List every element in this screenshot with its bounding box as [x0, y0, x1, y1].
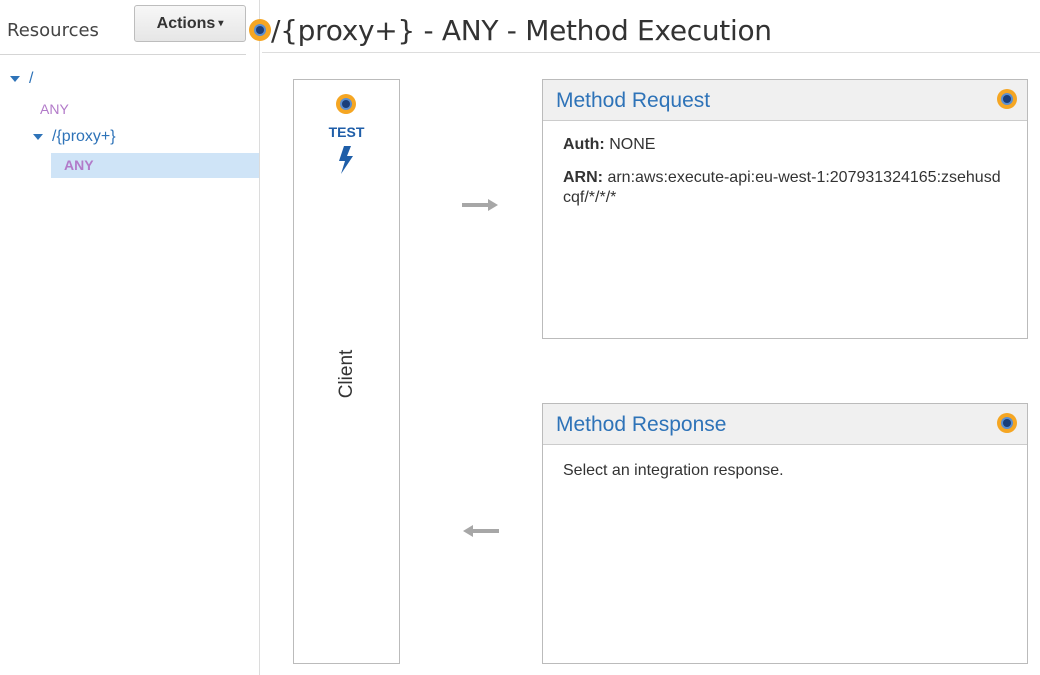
- sidebar-divider: [0, 54, 246, 55]
- tree-item-root-any[interactable]: ANY: [40, 101, 69, 117]
- arn-line: ARN: arn:aws:execute-api:eu-west-1:20793…: [563, 168, 1003, 208]
- tree-item-proxy-any[interactable]: ANY: [51, 153, 259, 178]
- tree-item-proxy[interactable]: /{proxy+}: [33, 128, 116, 146]
- info-dot-icon[interactable]: [336, 94, 356, 114]
- actions-button[interactable]: Actions ▾: [134, 5, 246, 42]
- page-title: /{proxy+} - ANY - Method Execution: [271, 14, 772, 47]
- tree-item-root[interactable]: /: [10, 70, 33, 88]
- header-divider: [262, 52, 1040, 53]
- method-request-title[interactable]: Method Request: [556, 89, 710, 113]
- tree-item-root-label: /: [29, 70, 34, 87]
- info-dot-icon[interactable]: [997, 89, 1017, 109]
- auth-value: NONE: [609, 136, 656, 153]
- triangle-down-icon[interactable]: [33, 134, 43, 140]
- method-response-text: Select an integration response.: [563, 462, 784, 479]
- resources-title: Resources: [7, 20, 99, 41]
- method-response-title[interactable]: Method Response: [556, 413, 726, 437]
- actions-label: Actions: [156, 15, 216, 32]
- arrow-right-icon: [462, 199, 498, 211]
- arn-value: arn:aws:execute-api:eu-west-1:2079313241…: [563, 169, 1001, 206]
- info-dot-icon[interactable]: [249, 19, 271, 41]
- caret-down-icon: ▾: [218, 18, 224, 29]
- tree-item-proxy-label: /{proxy+}: [52, 128, 116, 145]
- client-box: TEST Client: [293, 79, 400, 664]
- method-request-panel: Method Request Auth: NONE ARN: arn:aws:e…: [542, 79, 1028, 339]
- test-link[interactable]: TEST: [294, 124, 399, 140]
- method-response-panel: Method Response Select an integration re…: [542, 403, 1028, 664]
- auth-line: Auth: NONE: [563, 136, 655, 154]
- method-request-header[interactable]: Method Request: [543, 80, 1027, 121]
- tree-item-proxy-any-label: ANY: [64, 157, 94, 173]
- lightning-bolt-icon[interactable]: [338, 146, 354, 174]
- triangle-down-icon[interactable]: [10, 76, 20, 82]
- auth-key: Auth:: [563, 136, 605, 153]
- info-dot-icon[interactable]: [997, 413, 1017, 433]
- arn-key: ARN:: [563, 169, 603, 186]
- resources-sidebar: Resources Actions ▾ / ANY /{proxy+} ANY: [0, 0, 260, 675]
- method-response-header[interactable]: Method Response: [543, 404, 1027, 445]
- client-label: Client: [336, 349, 357, 399]
- arrow-left-icon: [463, 525, 499, 537]
